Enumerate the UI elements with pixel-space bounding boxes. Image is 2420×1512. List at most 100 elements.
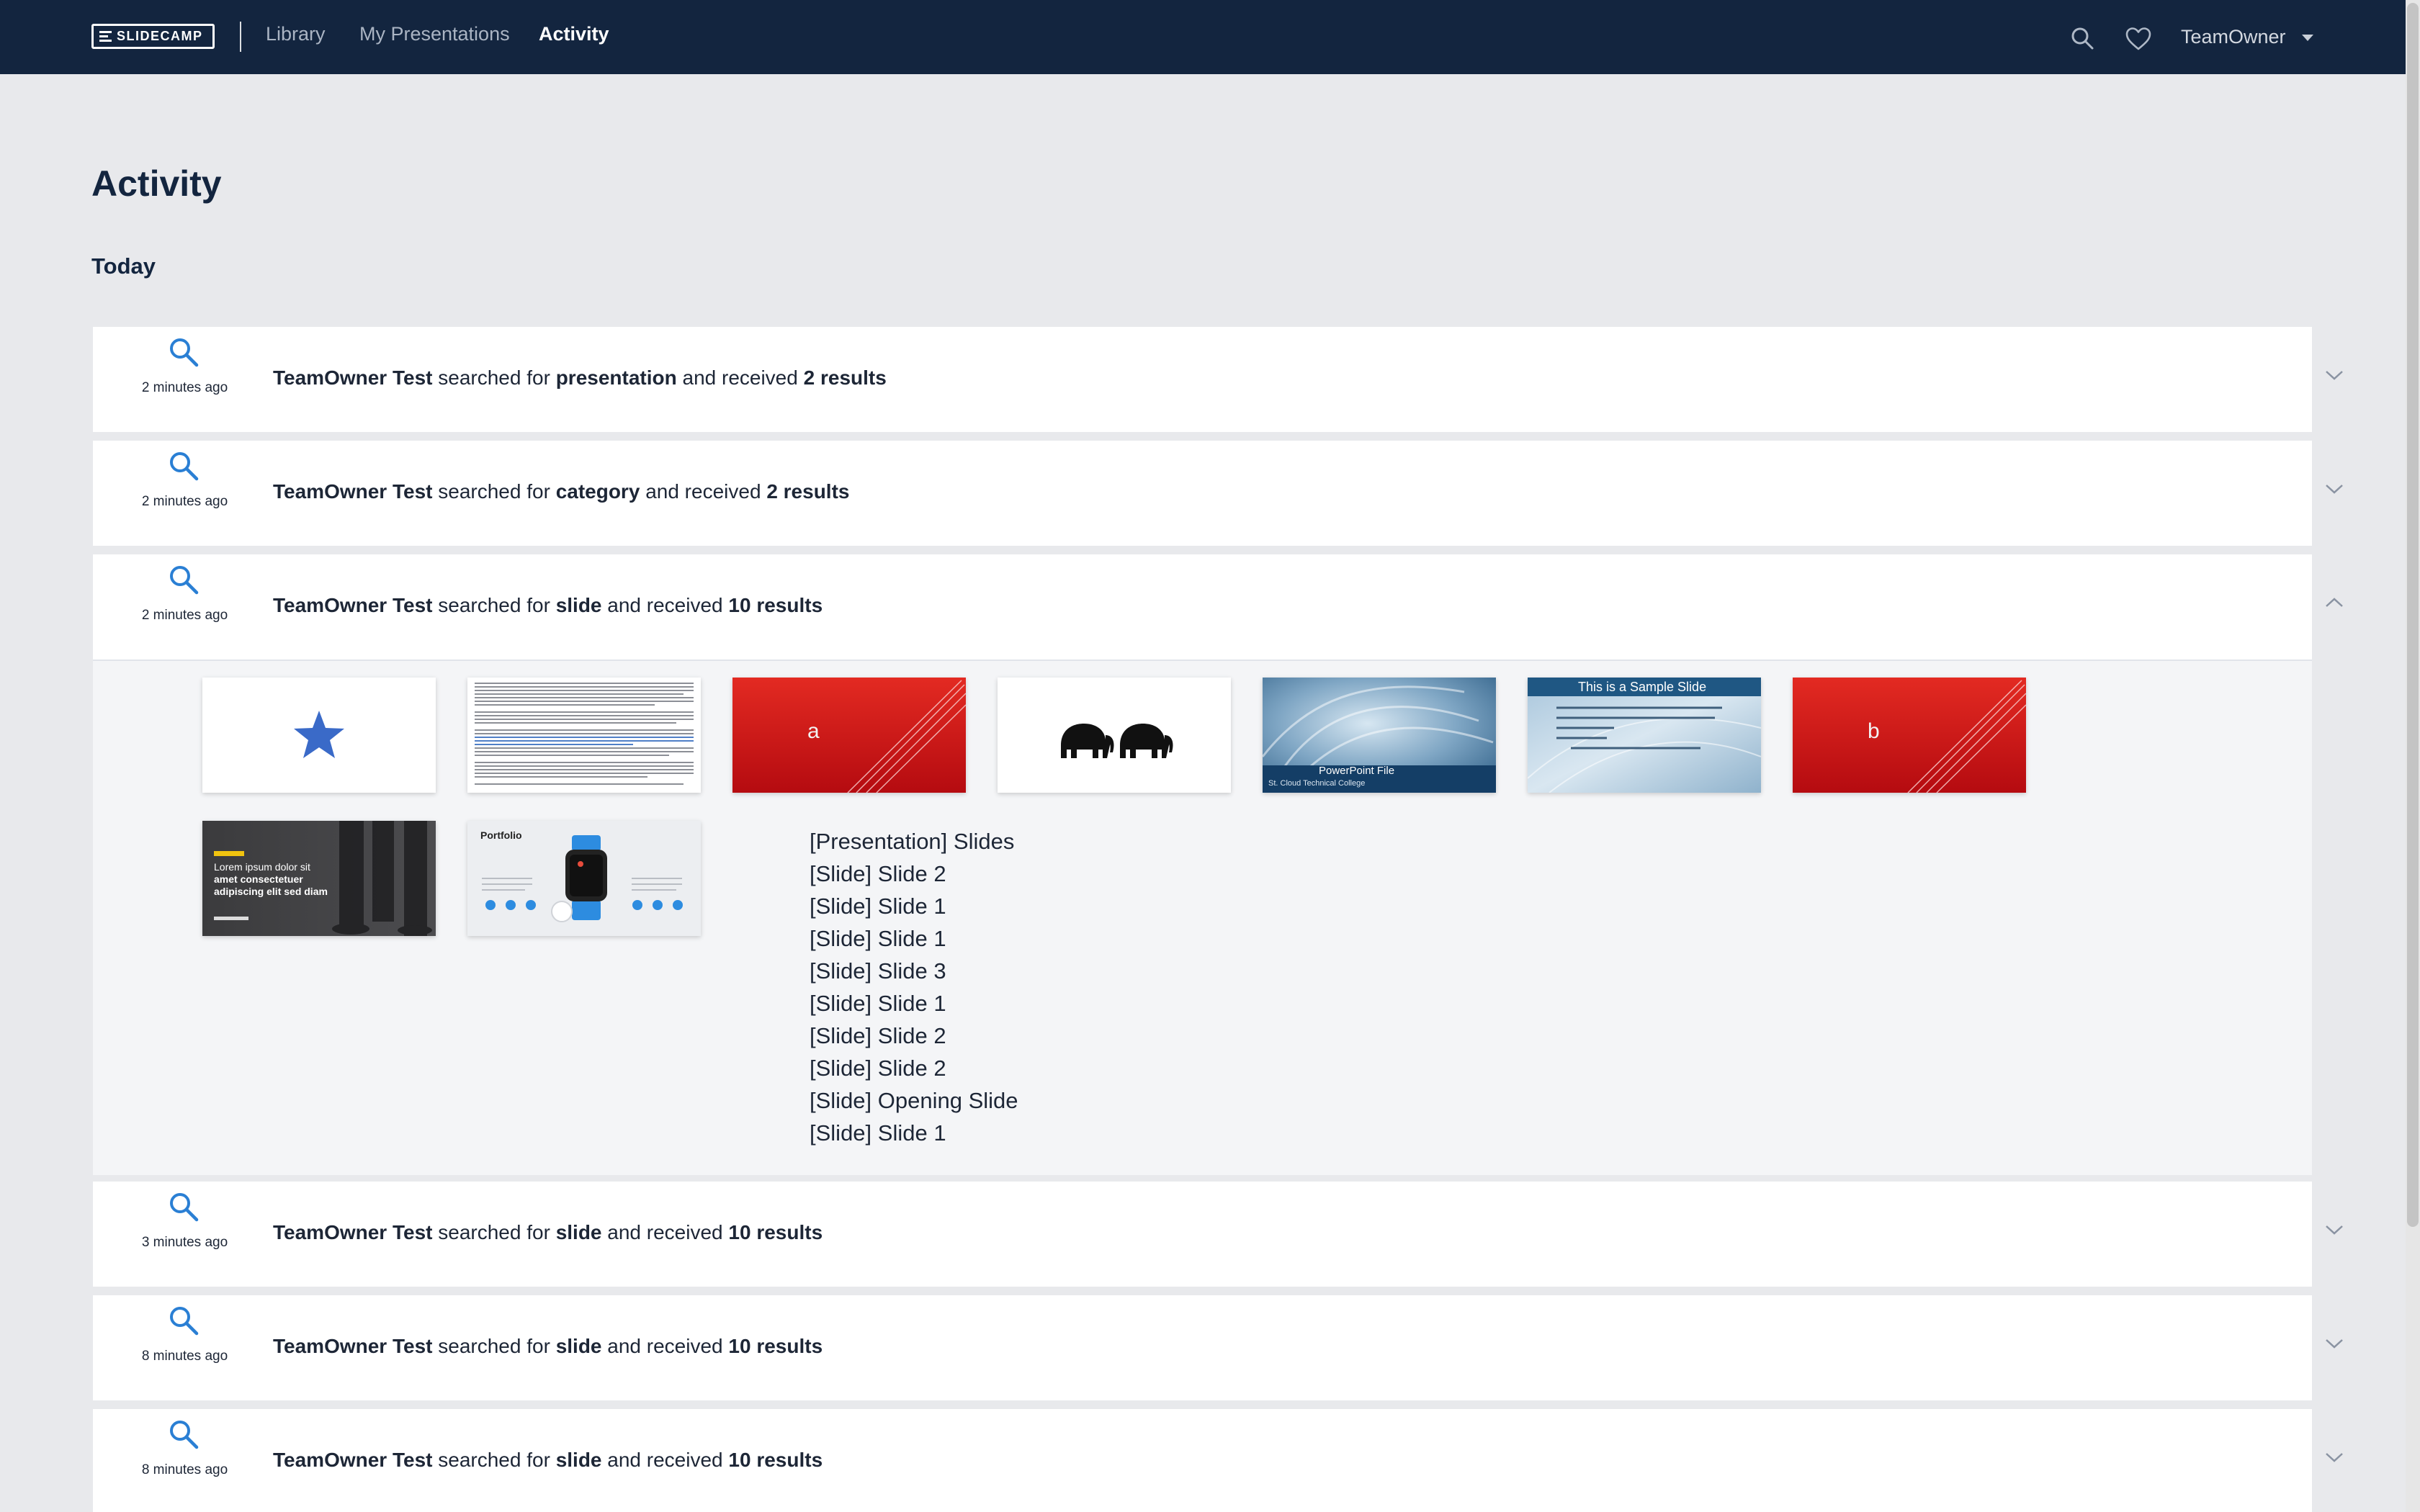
- activity-verb-2: and received: [607, 1221, 723, 1243]
- result-count: 10 results: [728, 1221, 823, 1243]
- search-results-panel: a PowerPoint File St. Cloud Technical Co…: [93, 660, 2312, 1175]
- heart-icon[interactable]: [2125, 27, 2152, 55]
- search-icon: [167, 449, 202, 487]
- activity-verb-2: and received: [607, 594, 723, 616]
- search-term: presentation: [555, 366, 677, 389]
- slide-title: This is a Sample Slide: [1578, 680, 1707, 694]
- activity-verb: searched for: [438, 1221, 550, 1243]
- activity-row[interactable]: 2 minutes ago TeamOwner Test searched fo…: [93, 441, 2343, 546]
- nav-my-presentations[interactable]: My Presentations: [359, 23, 510, 45]
- activity-user: TeamOwner Test: [273, 366, 433, 389]
- search-term: slide: [555, 594, 602, 616]
- slide-thumbnail-elephants[interactable]: [998, 678, 1231, 793]
- search-icon: [167, 1418, 202, 1456]
- activity-message: TeamOwner Test searched for presentation…: [273, 366, 887, 390]
- slide-thumbnail-lorem-ipsum[interactable]: Lorem ipsum dolor sit amet consectetuer …: [202, 821, 436, 936]
- search-icon: [167, 1190, 202, 1228]
- result-item[interactable]: [Slide] Slide 1: [810, 1117, 1018, 1149]
- activity-time: 3 minutes ago: [141, 1235, 228, 1250]
- chevron-down-icon[interactable]: [2324, 1223, 2344, 1240]
- slide-text-line: amet consectetuer: [214, 873, 303, 885]
- slide-thumbnail-red-a[interactable]: a: [732, 678, 966, 793]
- activity-user: TeamOwner Test: [273, 1335, 433, 1357]
- result-item[interactable]: [Slide] Slide 1: [810, 987, 1018, 1020]
- result-item[interactable]: [Slide] Slide 1: [810, 890, 1018, 922]
- user-menu-caret[interactable]: [2302, 35, 2313, 41]
- slide-title: Portfolio: [480, 829, 522, 841]
- activity-message: TeamOwner Test searched for slide and re…: [273, 1335, 823, 1358]
- result-item[interactable]: [Slide] Slide 2: [810, 1020, 1018, 1052]
- activity-user: TeamOwner Test: [273, 480, 433, 503]
- slide-thumbnail-red-b[interactable]: b: [1793, 678, 2026, 793]
- search-results-list: [Presentation] Slides [Slide] Slide 2 [S…: [810, 825, 1018, 1149]
- activity-time: 8 minutes ago: [141, 1462, 228, 1477]
- nav-activity[interactable]: Activity: [539, 23, 609, 45]
- logo-mark: [99, 31, 112, 42]
- activity-message: TeamOwner Test searched for category and…: [273, 480, 849, 503]
- result-item[interactable]: [Slide] Slide 1: [810, 922, 1018, 955]
- slide-thumbnail-star[interactable]: [202, 678, 436, 793]
- nav-divider: [240, 22, 241, 52]
- activity-verb-2: and received: [645, 480, 761, 503]
- search-term: slide: [555, 1335, 602, 1357]
- result-count: 10 results: [728, 594, 823, 616]
- activity-verb-2: and received: [607, 1335, 723, 1357]
- activity-message: TeamOwner Test searched for slide and re…: [273, 594, 823, 617]
- slidecamp-logo[interactable]: SLIDECAMP: [91, 24, 215, 49]
- activity-user: TeamOwner Test: [273, 1221, 433, 1243]
- result-item[interactable]: [Slide] Opening Slide: [810, 1084, 1018, 1117]
- result-count: 2 results: [803, 366, 887, 389]
- result-count: 2 results: [766, 480, 850, 503]
- chevron-down-icon[interactable]: [2324, 1451, 2344, 1467]
- slide-thumbnail-portfolio[interactable]: Portfolio: [467, 821, 701, 936]
- search-icon: [167, 336, 202, 374]
- scrollbar-thumb[interactable]: [2407, 3, 2419, 1227]
- activity-verb: searched for: [438, 1335, 550, 1357]
- slide-text-line: adipiscing elit sed diam: [214, 886, 328, 897]
- slide-letter: b: [1868, 719, 1880, 743]
- result-item[interactable]: [Slide] Slide 3: [810, 955, 1018, 987]
- slide-thumbnail-powerpoint-file[interactable]: PowerPoint File St. Cloud Technical Coll…: [1263, 678, 1496, 793]
- slide-title: PowerPoint File: [1319, 765, 1395, 777]
- result-item[interactable]: [Slide] Slide 2: [810, 858, 1018, 890]
- chevron-down-icon[interactable]: [2324, 482, 2344, 499]
- chevron-down-icon[interactable]: [2324, 369, 2344, 385]
- activity-user: TeamOwner Test: [273, 1449, 433, 1471]
- search-term: slide: [555, 1221, 602, 1243]
- chevron-down-icon[interactable]: [2324, 1337, 2344, 1354]
- search-icon: [167, 1304, 202, 1342]
- slide-text-line: Lorem ipsum dolor sit: [214, 861, 310, 873]
- activity-verb: searched for: [438, 366, 550, 389]
- activity-time: 2 minutes ago: [141, 494, 228, 509]
- activity-row[interactable]: 8 minutes ago TeamOwner Test searched fo…: [93, 1409, 2343, 1512]
- activity-verb: searched for: [438, 480, 550, 503]
- activity-row-expanded[interactable]: 2 minutes ago TeamOwner Test searched fo…: [93, 554, 2343, 660]
- slide-letter: a: [807, 719, 820, 743]
- page-title: Activity: [91, 163, 222, 204]
- activity-time: 2 minutes ago: [141, 608, 228, 623]
- activity-verb: searched for: [438, 594, 550, 616]
- activity-row[interactable]: 2 minutes ago TeamOwner Test searched fo…: [93, 327, 2343, 432]
- user-menu[interactable]: TeamOwner: [2181, 26, 2286, 48]
- activity-verb: searched for: [438, 1449, 550, 1471]
- result-item[interactable]: [Slide] Slide 2: [810, 1052, 1018, 1084]
- result-count: 10 results: [728, 1335, 823, 1357]
- search-icon[interactable]: [2070, 26, 2094, 54]
- activity-message: TeamOwner Test searched for slide and re…: [273, 1449, 823, 1472]
- activity-time: 8 minutes ago: [141, 1349, 228, 1364]
- result-count: 10 results: [728, 1449, 823, 1471]
- chevron-up-icon[interactable]: [2324, 596, 2344, 613]
- section-title-today: Today: [91, 253, 156, 279]
- activity-row[interactable]: 3 minutes ago TeamOwner Test searched fo…: [93, 1182, 2343, 1287]
- search-term: slide: [555, 1449, 602, 1471]
- result-item[interactable]: [Presentation] Slides: [810, 825, 1018, 858]
- activity-row[interactable]: 8 minutes ago TeamOwner Test searched fo…: [93, 1295, 2343, 1400]
- slide-thumbnail-text-document[interactable]: [467, 678, 701, 793]
- nav-library[interactable]: Library: [266, 23, 326, 45]
- activity-time: 2 minutes ago: [141, 380, 228, 395]
- top-navigation-bar: SLIDECAMP Library My Presentations Activ…: [0, 0, 2406, 74]
- search-icon: [167, 563, 202, 601]
- activity-user: TeamOwner Test: [273, 594, 433, 616]
- activity-message: TeamOwner Test searched for slide and re…: [273, 1221, 823, 1244]
- slide-thumbnail-sample-slide[interactable]: This is a Sample Slide: [1528, 678, 1761, 793]
